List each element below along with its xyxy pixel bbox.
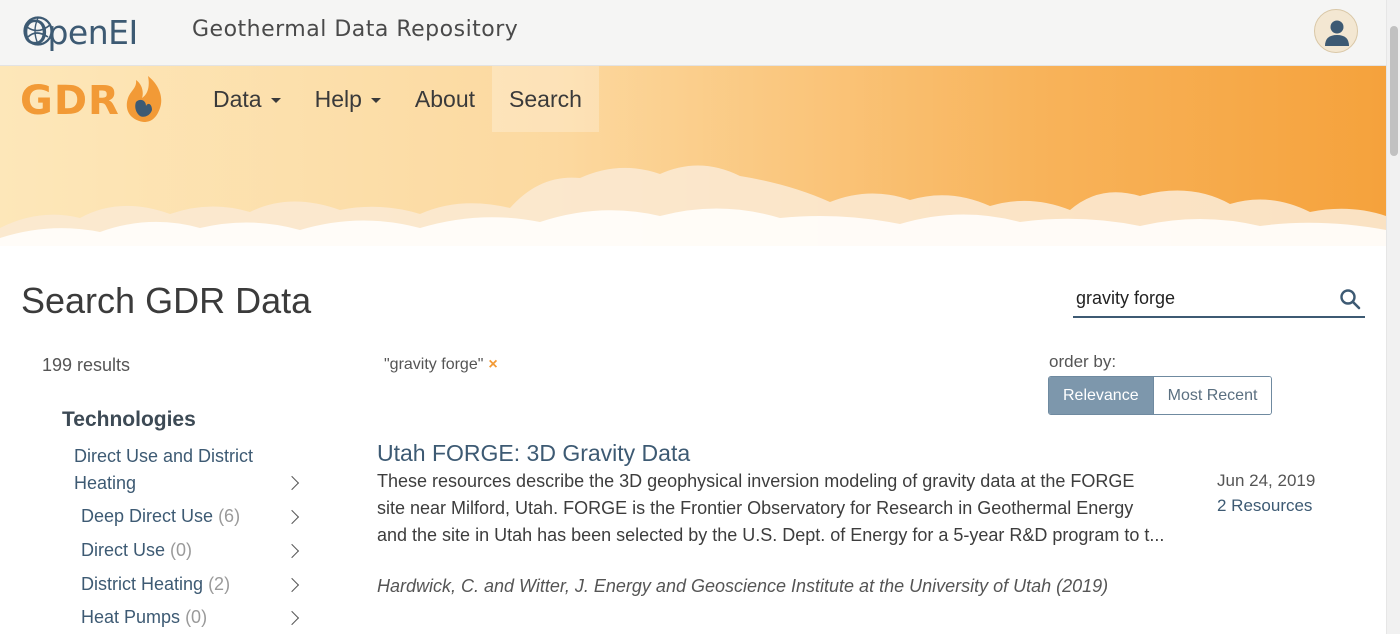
nav-search-link[interactable]: Search	[492, 66, 599, 132]
nav-help-menu[interactable]: Help	[298, 66, 398, 132]
order-by-label: order by:	[1049, 352, 1117, 371]
gdr-logo-text: GDR	[20, 78, 120, 124]
site-name[interactable]: Geothermal Data Repository	[192, 17, 518, 42]
caret-down-icon	[370, 98, 381, 103]
gdr-banner: GDR Data Help About Search	[0, 66, 1386, 256]
facet-count: (0)	[170, 540, 193, 560]
search-icon[interactable]	[1339, 288, 1361, 310]
order-relevance-button[interactable]: Relevance	[1049, 377, 1154, 414]
facet-label: Heat Pumps	[81, 607, 181, 627]
openei-logo[interactable]: OpenEI	[22, 12, 138, 52]
close-icon[interactable]: ×	[488, 356, 497, 373]
nav-about-link[interactable]: About	[398, 66, 492, 132]
nav-help-label: Help	[314, 85, 362, 112]
order-by-toggle: Relevance Most Recent	[1048, 376, 1273, 415]
facet-item-deep-direct-use[interactable]: Deep Direct Use (6)	[81, 503, 311, 530]
facet-item-district-heating[interactable]: District Heating (2)	[81, 571, 311, 598]
globe-icon	[23, 16, 53, 46]
search-input[interactable]	[1073, 282, 1333, 314]
facet-label: Direct Use	[81, 540, 166, 560]
result-resources-link[interactable]: 2 Resources	[1217, 496, 1312, 516]
result-date: Jun 24, 2019	[1217, 471, 1316, 490]
facet-item-heat-pumps[interactable]: Heat Pumps (0)	[81, 604, 311, 631]
result-title-link[interactable]: Utah FORGE: 3D Gravity Data	[377, 440, 690, 467]
result-description: These resources describe the 3D geophysi…	[377, 471, 1165, 545]
gdr-logo[interactable]: GDR	[20, 76, 170, 124]
nav-data-label: Data	[213, 85, 262, 112]
result-citation: Hardwick, C. and Witter, J. Energy and G…	[377, 576, 1109, 596]
page-title: Search GDR Data	[21, 280, 312, 321]
flame-icon	[126, 76, 162, 122]
active-filter-tag: "gravity forge" ×	[384, 356, 498, 374]
nav-about-label: About	[414, 85, 476, 112]
active-filter-label: "gravity forge"	[384, 356, 484, 373]
main-nav: Data Help About Search	[196, 66, 599, 132]
nav-search-label: Search	[509, 85, 582, 112]
facet-count: (6)	[218, 506, 241, 526]
facet-item-direct-use[interactable]: Direct Use (0)	[81, 537, 311, 564]
clouds-decoration	[0, 165, 1386, 256]
page-scrollbar[interactable]	[1386, 0, 1400, 634]
search-box	[1073, 282, 1365, 318]
scrollbar-thumb[interactable]	[1390, 26, 1398, 156]
order-most-recent-button[interactable]: Most Recent	[1153, 377, 1272, 414]
facet-item-direct-use-district-heating[interactable]: Direct Use and District Heating	[74, 443, 289, 497]
caret-down-icon	[270, 98, 281, 103]
facet-label: Direct Use and District Heating	[74, 446, 254, 493]
nav-data-menu[interactable]: Data	[196, 66, 298, 132]
facet-count: (2)	[208, 574, 231, 594]
facet-label: District Heating	[81, 574, 204, 594]
facet-title: Technologies	[62, 408, 196, 431]
results-count: 199 results	[42, 355, 131, 375]
user-icon	[1325, 20, 1349, 46]
facet-count: (0)	[185, 607, 208, 627]
facet-label: Deep Direct Use	[81, 506, 214, 526]
user-avatar-button[interactable]	[1314, 9, 1358, 53]
openei-header: OpenEI Geothermal Data Repository	[0, 0, 1386, 66]
